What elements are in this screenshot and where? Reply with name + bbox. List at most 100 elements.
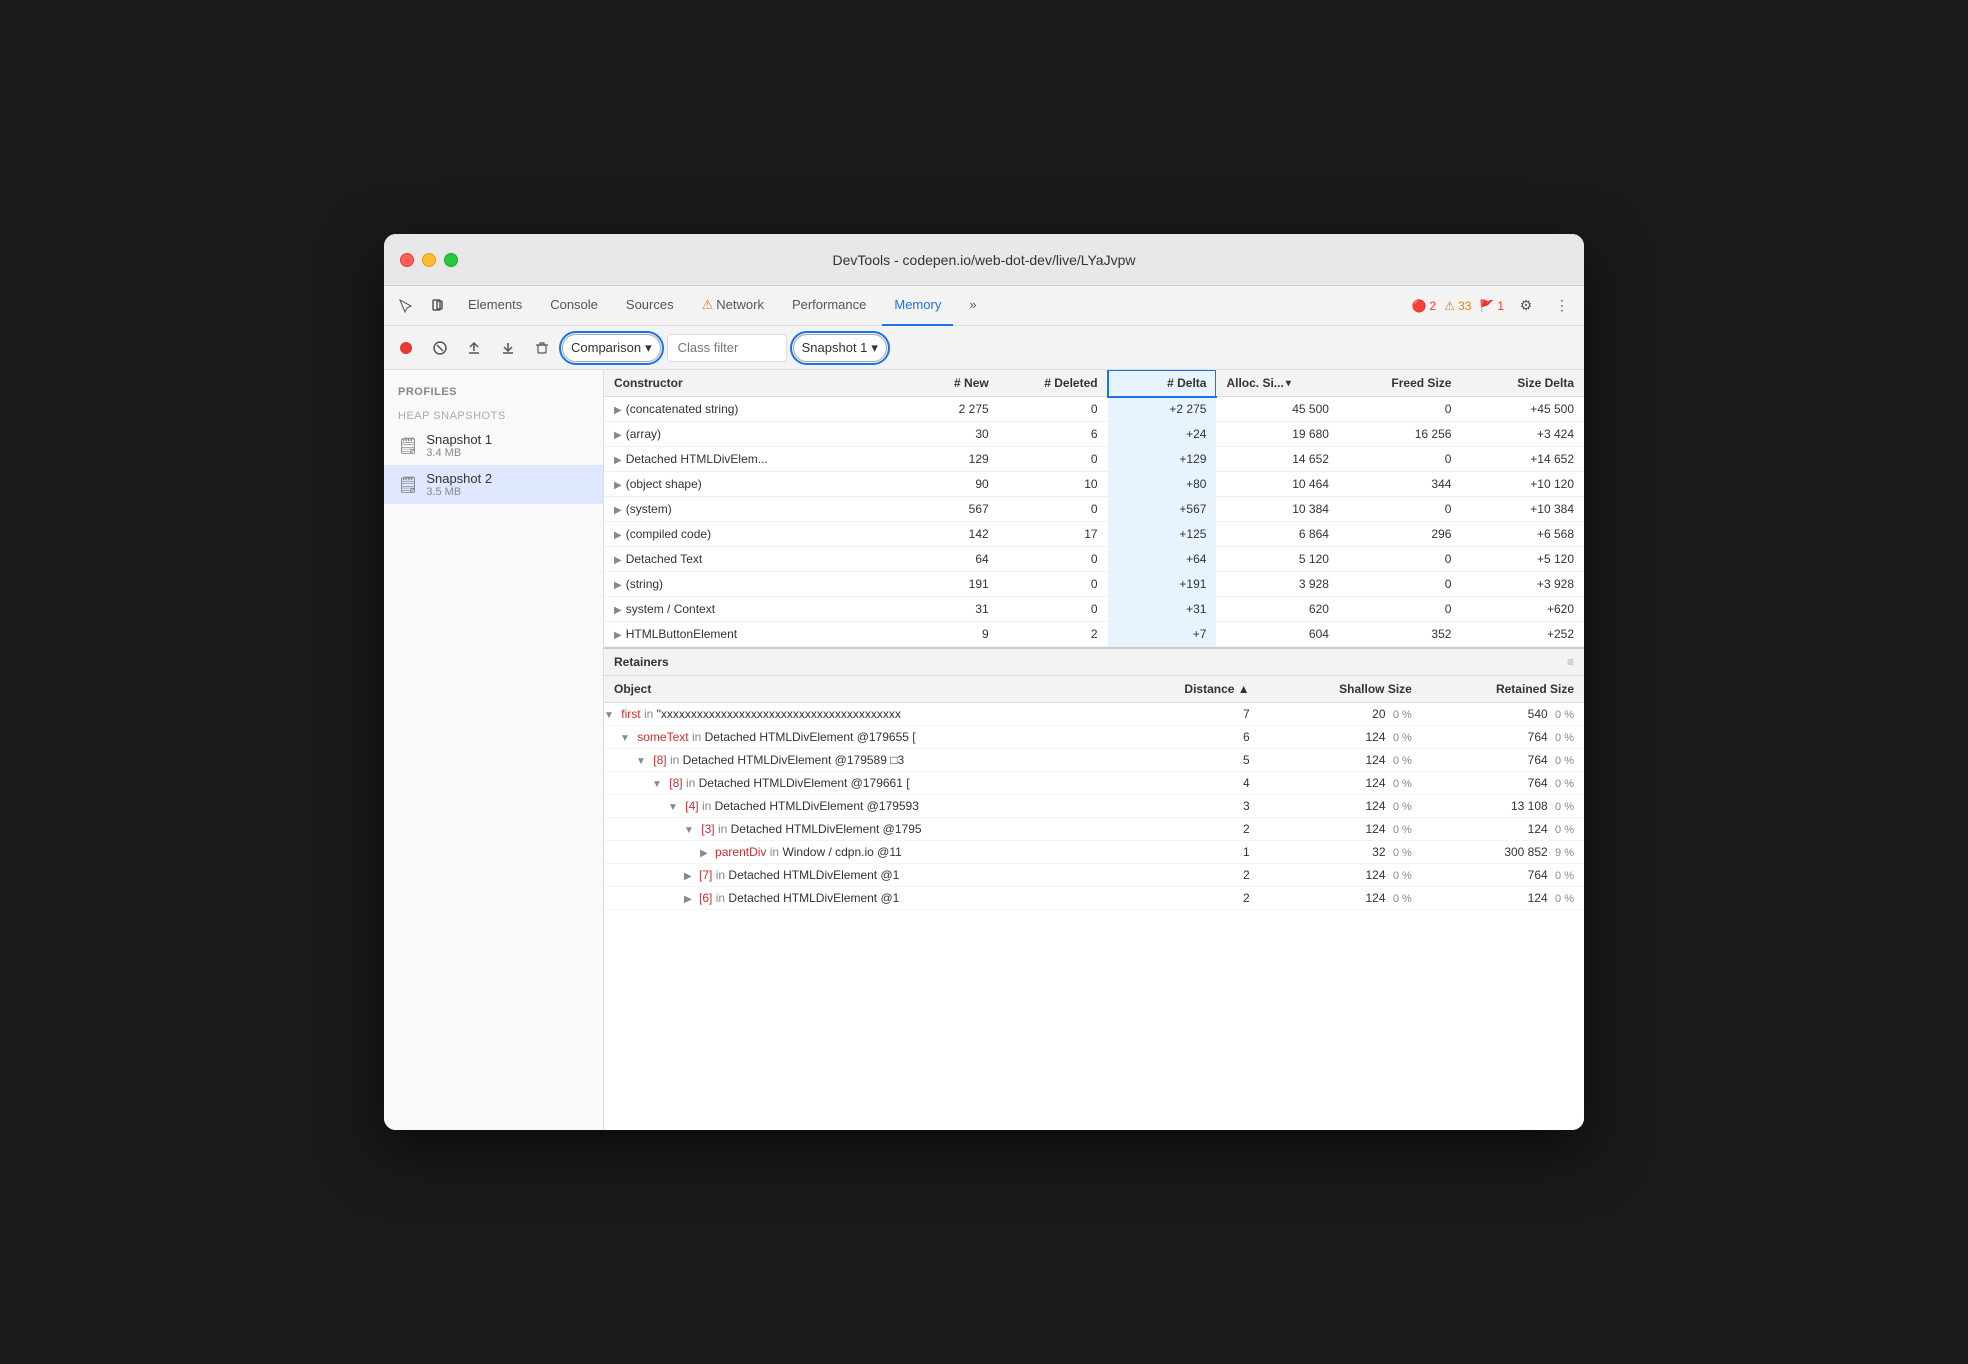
expand-icon[interactable]: ▶ <box>614 555 622 566</box>
size-delta-cell: +14 652 <box>1461 447 1584 472</box>
col-alloc-size[interactable]: Alloc. Si... ▾ <box>1216 370 1339 397</box>
table-row[interactable]: ▶(system) 567 0 +567 10 384 0 +10 384 <box>604 497 1584 522</box>
retainer-object-name: Detached HTMLDivElement @179593 <box>715 799 919 813</box>
retainer-expand-icon[interactable]: ▶ <box>684 894 692 905</box>
table-row[interactable]: ▶(string) 191 0 +191 3 928 0 +3 928 <box>604 572 1584 597</box>
retainer-object-cell: ▶ parentDiv in Window / cdpn.io @11 <box>604 841 1144 864</box>
expand-icon[interactable]: ▶ <box>614 480 622 491</box>
tab-memory[interactable]: Memory <box>882 286 953 326</box>
expand-icon[interactable]: ▶ <box>614 530 622 541</box>
list-item[interactable]: ▼ [8] in Detached HTMLDivElement @179589… <box>604 749 1584 772</box>
expand-icon[interactable]: ▶ <box>614 455 622 466</box>
table-row[interactable]: ▶(compiled code) 142 17 +125 6 864 296 +… <box>604 522 1584 547</box>
expand-icon[interactable]: ▶ <box>614 580 622 591</box>
table-row[interactable]: ▶system / Context 31 0 +31 620 0 +620 <box>604 597 1584 622</box>
ret-col-distance[interactable]: Distance ▲ <box>1144 676 1259 703</box>
warning-badge[interactable]: ⚠ 33 <box>1444 299 1471 313</box>
col-freed-size: Freed Size <box>1339 370 1462 397</box>
list-item[interactable]: ▼ first in "xxxxxxxxxxxxxxxxxxxxxxxxxxxx… <box>604 703 1584 726</box>
expand-icon[interactable]: ▶ <box>614 430 622 441</box>
tab-elements[interactable]: Elements <box>456 286 534 326</box>
retainer-in-text: in <box>692 730 705 744</box>
deleted-cell: 17 <box>999 522 1108 547</box>
list-item[interactable]: ▼ [8] in Detached HTMLDivElement @179661… <box>604 772 1584 795</box>
size-delta-cell: +252 <box>1461 622 1584 647</box>
download-button[interactable] <box>494 334 522 362</box>
retainers-section: Retainers ≡ Object Distance ▲ <box>604 649 1584 1130</box>
collect-garbage-button[interactable] <box>528 334 556 362</box>
size-delta-cell: +3 424 <box>1461 422 1584 447</box>
table-row[interactable]: ▶(array) 30 6 +24 19 680 16 256 +3 424 <box>604 422 1584 447</box>
device-icon[interactable] <box>424 292 452 320</box>
error-badge[interactable]: 🔴 2 <box>1412 299 1437 313</box>
table-row[interactable]: ▶(object shape) 90 10 +80 10 464 344 +10… <box>604 472 1584 497</box>
retainer-distance-cell: 1 <box>1144 841 1259 864</box>
expand-icon[interactable]: ▶ <box>614 505 622 516</box>
comparison-dropdown[interactable]: Comparison ▾ <box>562 334 661 362</box>
expand-icon[interactable]: ▶ <box>614 630 622 641</box>
close-button[interactable] <box>400 253 414 267</box>
retainer-expand-icon[interactable]: ▼ <box>604 710 614 721</box>
retainers-header: Retainers ≡ <box>604 649 1584 676</box>
alloc-size-cell: 19 680 <box>1216 422 1339 447</box>
list-item[interactable]: ▼ someText in Detached HTMLDivElement @1… <box>604 726 1584 749</box>
snapshot-dropdown[interactable]: Snapshot 1 ▾ <box>793 334 887 362</box>
expand-icon[interactable]: ▶ <box>614 605 622 616</box>
maximize-button[interactable] <box>444 253 458 267</box>
tab-more[interactable]: » <box>957 286 988 326</box>
table-row[interactable]: ▶Detached HTMLDivElem... 129 0 +129 14 6… <box>604 447 1584 472</box>
retainer-in-text: in <box>716 868 729 882</box>
retainer-expand-icon[interactable]: ▼ <box>636 756 646 767</box>
deleted-cell: 10 <box>999 472 1108 497</box>
retainer-object-name: Window / cdpn.io @11 <box>782 845 901 859</box>
minimize-button[interactable] <box>422 253 436 267</box>
retainer-expand-icon[interactable]: ▼ <box>684 825 694 836</box>
retainer-retained-cell: 764 0 % <box>1422 749 1584 772</box>
retainer-retained-cell: 540 0 % <box>1422 703 1584 726</box>
retainer-expand-icon[interactable]: ▼ <box>652 779 662 790</box>
retainer-expand-icon[interactable]: ▼ <box>620 733 630 744</box>
more-options-icon[interactable]: ⋮ <box>1548 292 1576 320</box>
second-toolbar: Comparison ▾ Snapshot 1 ▾ <box>384 326 1584 370</box>
tab-network[interactable]: ⚠ Network <box>690 286 776 326</box>
class-filter-input[interactable] <box>667 334 787 362</box>
retainer-distance-cell: 5 <box>1144 749 1259 772</box>
table-row[interactable]: ▶(concatenated string) 2 275 0 +2 275 45… <box>604 397 1584 422</box>
table-row[interactable]: ▶Detached Text 64 0 +64 5 120 0 +5 120 <box>604 547 1584 572</box>
cursor-icon[interactable] <box>392 292 420 320</box>
deleted-cell: 0 <box>999 397 1108 422</box>
retainer-object-name: Detached HTMLDivElement @1 <box>728 891 899 905</box>
tab-performance[interactable]: Performance <box>780 286 878 326</box>
retainer-expand-icon[interactable]: ▼ <box>668 802 678 813</box>
table-row[interactable]: ▶HTMLButtonElement 9 2 +7 604 352 +252 <box>604 622 1584 647</box>
constructor-cell: ▶(concatenated string) <box>604 397 903 422</box>
clear-button[interactable] <box>426 334 454 362</box>
constructor-cell: ▶HTMLButtonElement <box>604 622 903 647</box>
list-item[interactable]: ▼ [3] in Detached HTMLDivElement @1795 2… <box>604 818 1584 841</box>
info-badge[interactable]: 🚩 1 <box>1479 299 1504 313</box>
retainer-object-cell: ▼ [4] in Detached HTMLDivElement @179593 <box>604 795 1144 818</box>
retainer-shallow-cell: 124 0 % <box>1260 749 1422 772</box>
retainer-expand-icon[interactable]: ▶ <box>700 848 708 859</box>
tab-console[interactable]: Console <box>538 286 610 326</box>
list-item[interactable]: ▼ [4] in Detached HTMLDivElement @179593… <box>604 795 1584 818</box>
retainer-object-cell: ▶ [7] in Detached HTMLDivElement @1 <box>604 864 1144 887</box>
ret-col-object[interactable]: Object <box>604 676 1144 703</box>
settings-icon[interactable]: ⚙ <box>1512 292 1540 320</box>
list-item[interactable]: ▶ parentDiv in Window / cdpn.io @11 1 32… <box>604 841 1584 864</box>
list-item[interactable]: ▶ [6] in Detached HTMLDivElement @1 2 12… <box>604 887 1584 910</box>
retainer-expand-icon[interactable]: ▶ <box>684 871 692 882</box>
upload-button[interactable] <box>460 334 488 362</box>
sidebar-item-snapshot1[interactable]: 🗒 Snapshot 1 3.4 MB <box>384 426 603 465</box>
size-delta-cell: +3 928 <box>1461 572 1584 597</box>
retainer-keyword: [3] <box>701 822 714 836</box>
retainer-object-name: Detached HTMLDivElement @179661 [ <box>699 776 910 790</box>
list-item[interactable]: ▶ [7] in Detached HTMLDivElement @1 2 12… <box>604 864 1584 887</box>
tab-sources[interactable]: Sources <box>614 286 686 326</box>
new-cell: 64 <box>903 547 998 572</box>
sidebar-item-snapshot2[interactable]: 🗒 Snapshot 2 3.5 MB <box>384 465 603 504</box>
new-cell: 9 <box>903 622 998 647</box>
expand-icon[interactable]: ▶ <box>614 405 622 416</box>
delta-cell: +64 <box>1108 547 1217 572</box>
record-button[interactable] <box>392 334 420 362</box>
